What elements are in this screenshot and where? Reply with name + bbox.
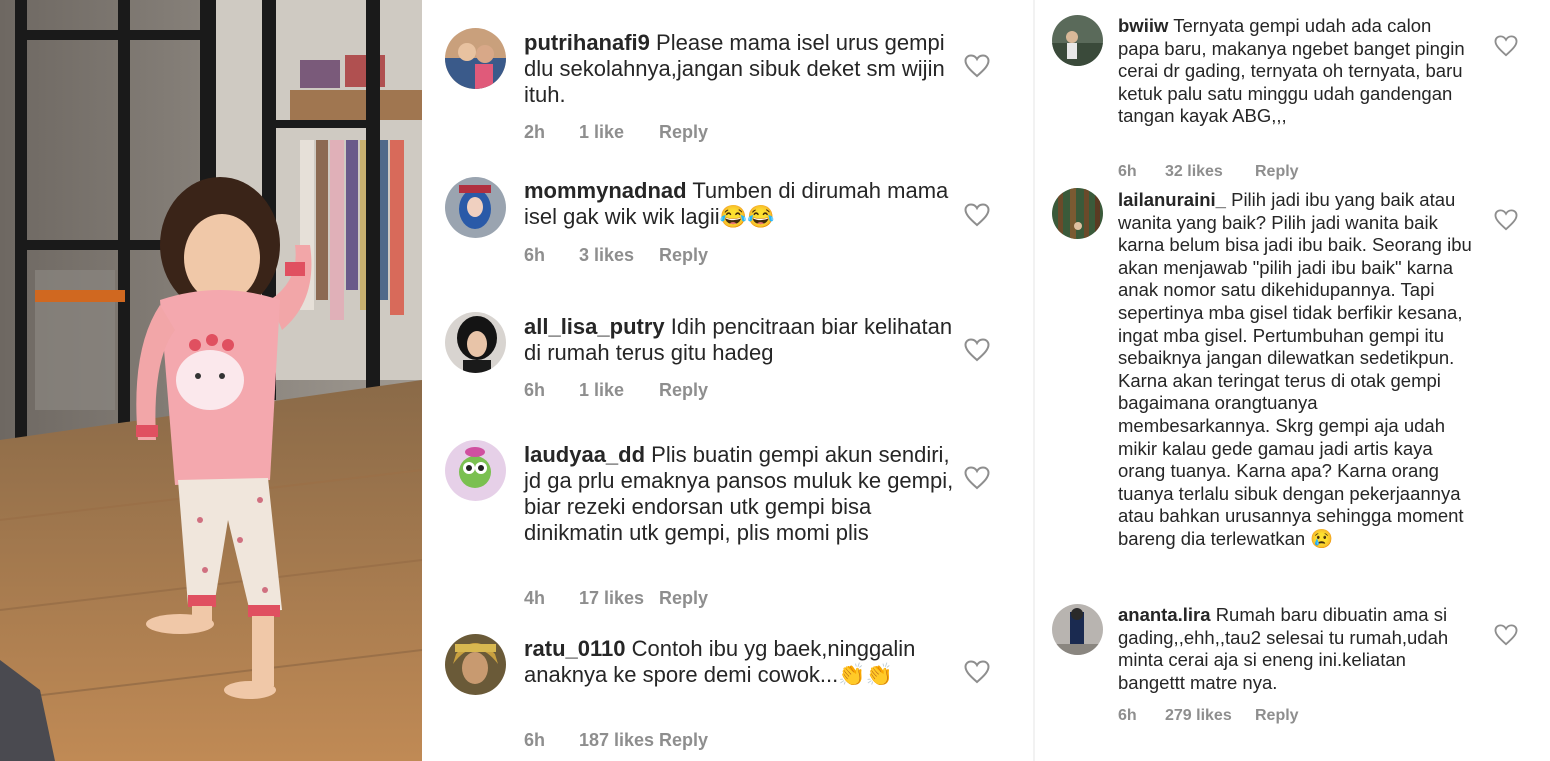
comment-username[interactable]: mommynadnad [524,178,687,203]
user-avatar-icon [445,28,506,89]
comment-text: mommynadnad Tumben di dirumah mama isel … [524,178,954,230]
comment-likes[interactable]: 1 like [579,122,659,143]
heart-icon [964,54,990,78]
comment-username[interactable]: all_lisa_putry [524,314,665,339]
user-avatar[interactable] [1052,604,1103,655]
comment-text: lailanuraini_ Pilih jadi ibu yang baik a… [1118,189,1473,551]
comment-username[interactable]: laudyaa_dd [524,442,645,467]
heart-icon [964,660,990,684]
heart-icon [1494,35,1518,57]
comment-text: all_lisa_putry Idih pencitraan biar keli… [524,314,954,366]
like-heart-button[interactable] [964,203,990,227]
comment-text: ratu_0110 Contoh ibu yg baek,ninggalin a… [524,636,954,688]
heart-icon [1494,209,1518,231]
user-avatar-icon [445,177,506,238]
comment-username[interactable]: ratu_0110 [524,636,626,661]
comment-meta: 6h 187 likes Reply [524,730,708,751]
heart-icon [964,466,990,490]
comment-time: 6h [1118,707,1137,724]
comment-text: ananta.lira Rumah baru dibuatin ama si g… [1118,604,1473,694]
comment-body: Pilih jadi ibu yang baik atau wanita yan… [1118,189,1472,549]
comment-likes[interactable]: 1 like [579,380,659,401]
post-photo [0,0,422,761]
comment-meta: 2h 1 like Reply [524,122,708,143]
user-avatar[interactable] [445,440,506,501]
comment-time: 2h [524,122,546,142]
user-avatar-icon [1052,15,1103,66]
comment-meta: 6h 279 likes Reply [1118,707,1299,725]
user-avatar-icon [445,634,506,695]
user-avatar[interactable] [445,634,506,695]
reply-button[interactable]: Reply [659,730,708,751]
like-heart-button[interactable] [964,54,990,78]
comment-text: laudyaa_dd Plis buatin gempi akun sendir… [524,442,954,546]
comments-column-right: bwiiw Ternyata gempi udah ada calon papa… [1033,0,1550,761]
user-avatar-icon [445,440,506,501]
reply-button[interactable]: Reply [1255,707,1299,725]
comment-username[interactable]: ananta.lira [1118,604,1211,625]
comment-meta: 6h 1 like Reply [524,380,708,401]
comment-time: 6h [524,730,546,750]
like-heart-button[interactable] [1494,624,1518,646]
comment-likes[interactable]: 32 likes [1165,163,1255,181]
user-avatar-icon [445,312,506,373]
user-avatar[interactable] [1052,188,1103,239]
user-avatar-icon [1052,604,1103,655]
reply-button[interactable]: Reply [659,245,708,266]
like-heart-button[interactable] [1494,35,1518,57]
heart-icon [964,338,990,362]
comment-time: 4h [524,588,546,608]
comment-likes[interactable]: 187 likes [579,730,659,751]
comment-time: 6h [524,380,546,400]
comment-body: Ternyata gempi udah ada calon papa baru,… [1118,15,1465,127]
comment-meta: 6h 32 likes Reply [1118,163,1299,181]
comments-column-left: putrihanafi9 Please mama isel urus gempi… [422,0,1033,761]
comment-meta: 6h 3 likes Reply [524,245,708,266]
comment-username[interactable]: lailanuraini_ [1118,189,1226,210]
heart-icon [964,203,990,227]
like-heart-button[interactable] [964,338,990,362]
comment-likes[interactable]: 279 likes [1165,707,1255,725]
like-heart-button[interactable] [1494,209,1518,231]
comment-likes[interactable]: 3 likes [579,245,659,266]
heart-icon [1494,624,1518,646]
photo-of-child-in-pink-pajamas-icon [0,0,422,761]
comment-username[interactable]: bwiiw [1118,15,1168,36]
user-avatar[interactable] [1052,15,1103,66]
user-avatar[interactable] [445,28,506,89]
reply-button[interactable]: Reply [1255,163,1299,181]
reply-button[interactable]: Reply [659,588,708,609]
like-heart-button[interactable] [964,466,990,490]
comment-time: 6h [524,245,546,265]
comment-time: 6h [1118,163,1137,180]
user-avatar-icon [1052,188,1103,239]
comment-likes[interactable]: 17 likes [579,588,659,609]
user-avatar[interactable] [445,312,506,373]
comment-meta: 4h 17 likes Reply [524,588,708,609]
reply-button[interactable]: Reply [659,122,708,143]
comment-text: bwiiw Ternyata gempi udah ada calon papa… [1118,15,1473,128]
user-avatar[interactable] [445,177,506,238]
comment-text: putrihanafi9 Please mama isel urus gempi… [524,30,954,108]
comment-username[interactable]: putrihanafi9 [524,30,650,55]
like-heart-button[interactable] [964,660,990,684]
reply-button[interactable]: Reply [659,380,708,401]
